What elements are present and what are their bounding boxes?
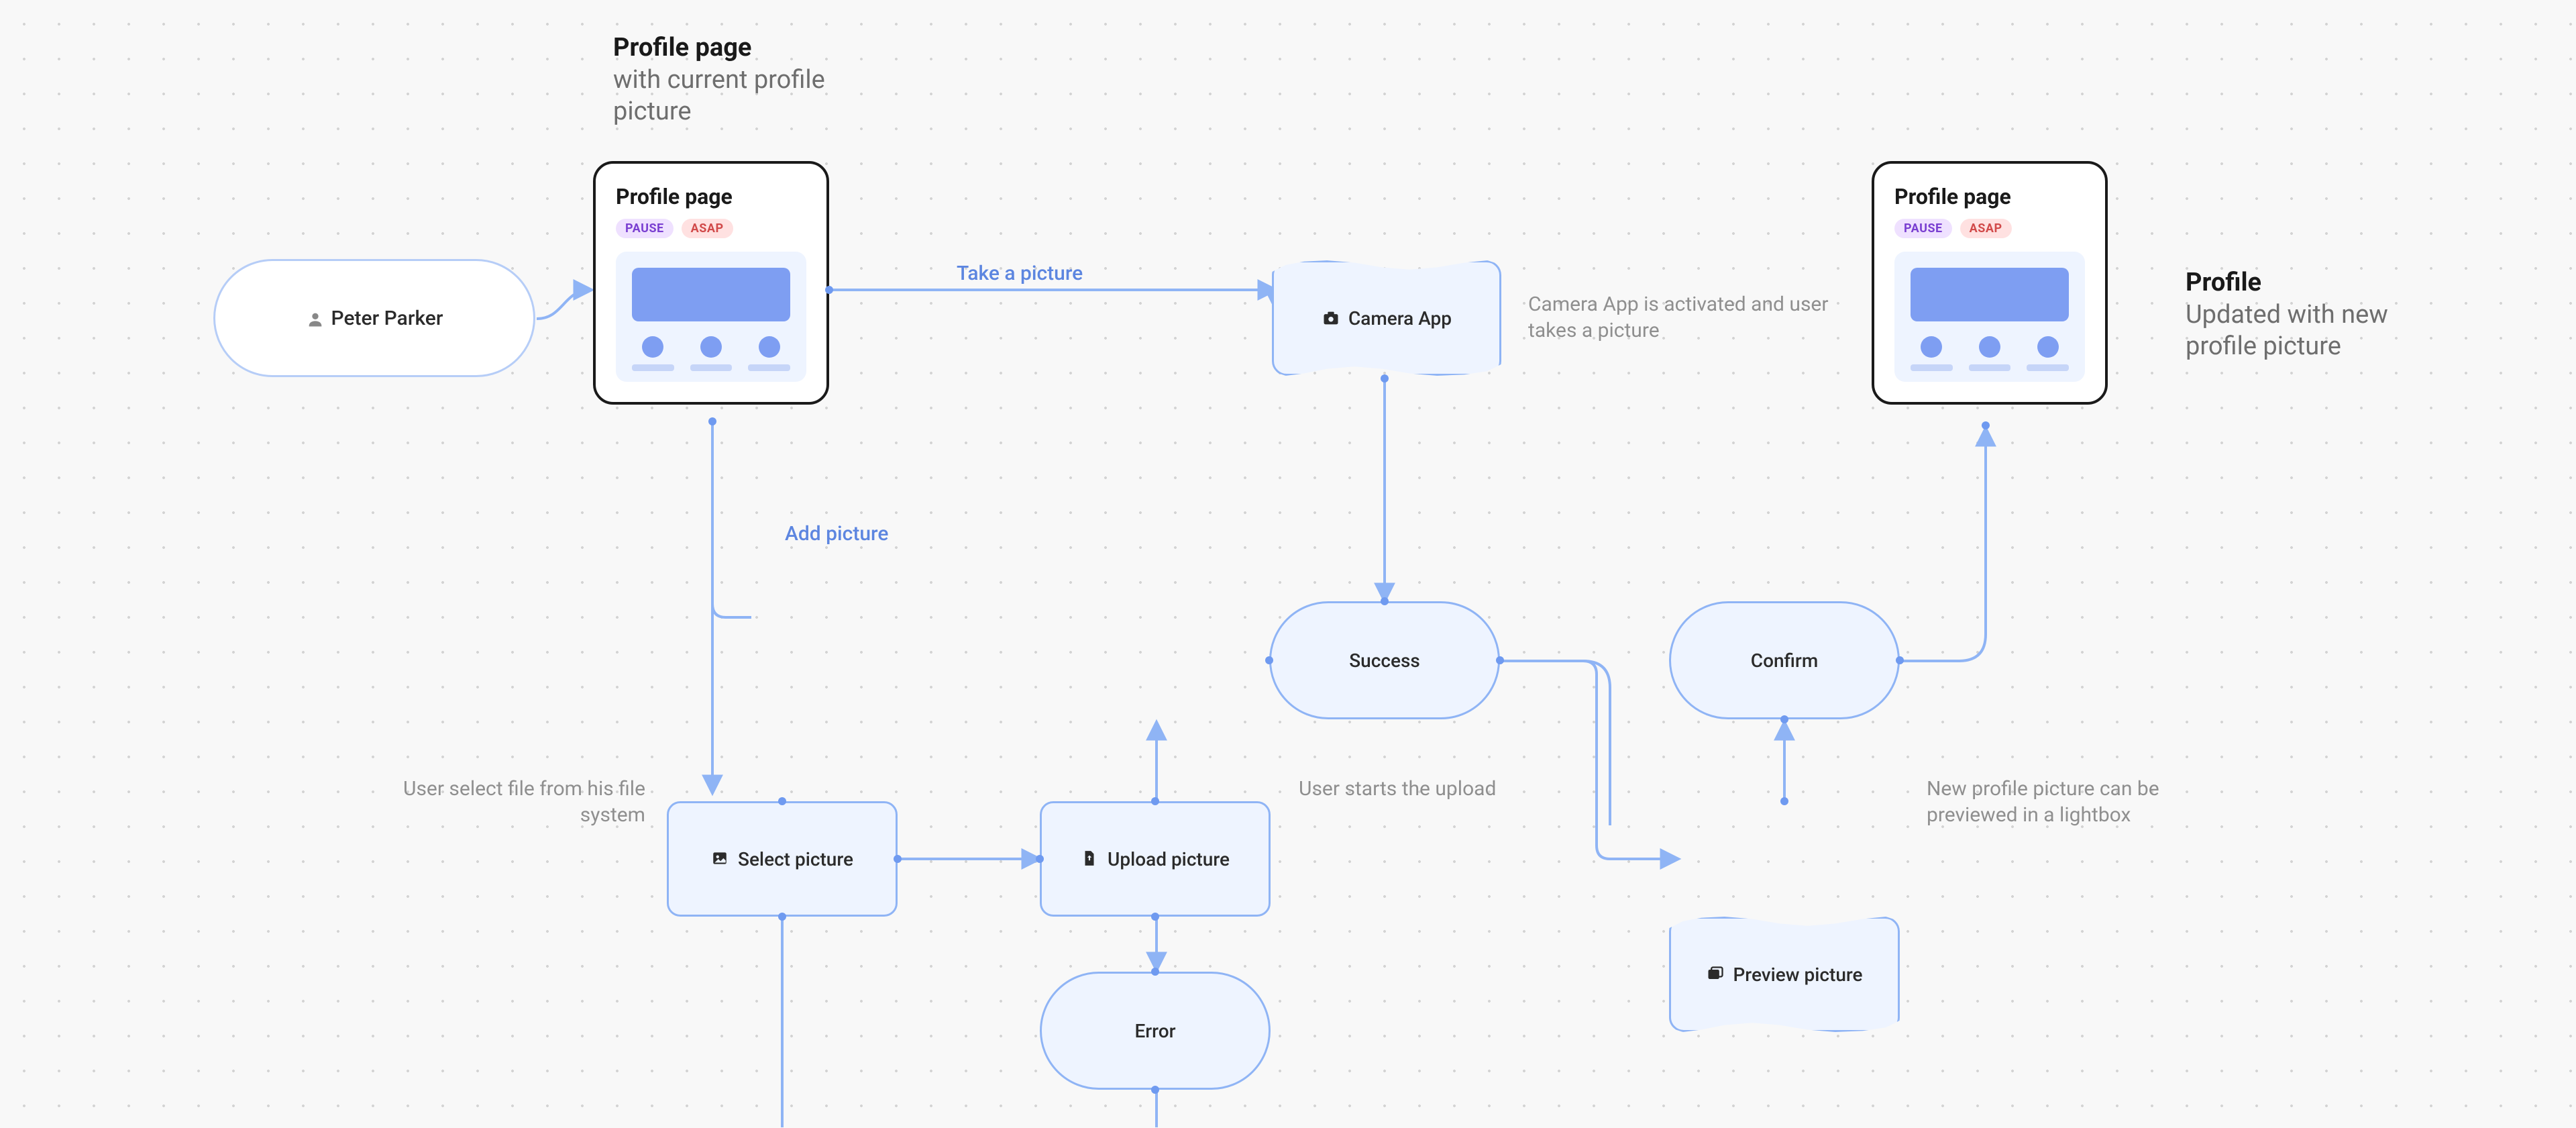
node-confirm[interactable]: Confirm xyxy=(1669,601,1900,719)
node-upload-picture[interactable]: Upload picture xyxy=(1040,801,1271,917)
image-select-icon xyxy=(711,850,730,868)
edge-label-add-picture: Add picture xyxy=(785,522,888,546)
title-profile-page-sub: with current profile picture xyxy=(613,64,881,128)
badge-pause: PAUSE xyxy=(616,219,674,238)
port xyxy=(1982,421,1990,429)
node-start-user[interactable]: Peter Parker xyxy=(213,259,535,377)
port xyxy=(778,797,786,805)
port xyxy=(1780,797,1788,805)
node-error-label: Error xyxy=(1134,1020,1175,1042)
card-profile-page-updated[interactable]: Profile page PAUSE ASAP xyxy=(1872,161,2108,405)
badge-asap: ASAP xyxy=(682,219,733,238)
card-profile-page-current[interactable]: Profile page PAUSE ASAP xyxy=(593,161,829,405)
node-select-picture[interactable]: Select picture xyxy=(667,801,898,917)
title-profile-page-strong: Profile page xyxy=(613,32,881,64)
port xyxy=(1896,656,1904,664)
wireframe-hero xyxy=(632,268,790,321)
port xyxy=(1036,855,1044,863)
node-camera-app-label: Camera App xyxy=(1348,307,1452,329)
edge-label-take-picture: Take a picture xyxy=(957,262,1083,285)
annotation-user-select-file: User select file from his file system xyxy=(390,776,645,828)
node-select-picture-label: Select picture xyxy=(738,848,853,870)
camera-icon xyxy=(1322,309,1340,327)
annotation-preview-lightbox: New profile picture can be previewed in … xyxy=(1927,776,2215,828)
node-upload-picture-label: Upload picture xyxy=(1108,848,1230,870)
card-badges: PAUSE ASAP xyxy=(616,219,806,238)
connections-layer xyxy=(0,0,2576,1128)
node-success-label: Success xyxy=(1349,650,1420,672)
badge-pause-2: PAUSE xyxy=(1894,219,1952,238)
port xyxy=(1265,656,1273,664)
port xyxy=(825,286,833,294)
user-silhouette-icon xyxy=(306,309,325,327)
port xyxy=(1151,797,1159,805)
port xyxy=(1381,374,1389,382)
port xyxy=(894,855,902,863)
port xyxy=(1151,1086,1159,1094)
preview-images-icon xyxy=(1706,965,1725,984)
port xyxy=(1151,913,1159,921)
node-preview-picture[interactable]: Preview picture xyxy=(1669,917,1900,1032)
card-wireframe xyxy=(616,252,806,382)
upload-file-icon xyxy=(1081,850,1099,868)
annotation-user-starts-upload: User starts the upload xyxy=(1299,776,1540,802)
port xyxy=(1780,715,1788,723)
card-badges-2: PAUSE ASAP xyxy=(1894,219,2085,238)
node-success[interactable]: Success xyxy=(1269,601,1500,719)
title-profile-page: Profile page with current profile pictur… xyxy=(613,32,881,128)
node-error[interactable]: Error xyxy=(1040,972,1271,1090)
port xyxy=(1151,968,1159,976)
title-profile-updated-sub: Updated with new profile picture xyxy=(2186,299,2454,363)
badge-asap-2: ASAP xyxy=(1960,219,2012,238)
card-title: Profile page xyxy=(616,184,806,209)
card-title-2: Profile page xyxy=(1894,184,2085,209)
node-camera-app[interactable]: Camera App xyxy=(1272,260,1501,376)
wireframe-hero-2 xyxy=(1911,268,2069,321)
port xyxy=(778,913,786,921)
port xyxy=(1496,656,1504,664)
node-preview-picture-label: Preview picture xyxy=(1733,964,1862,986)
card-wireframe-2 xyxy=(1894,252,2085,382)
title-profile-updated: Profile Updated with new profile picture xyxy=(2186,267,2454,363)
annotation-camera-activated: Camera App is activated and user takes a… xyxy=(1528,291,1850,344)
port xyxy=(1381,597,1389,605)
node-confirm-label: Confirm xyxy=(1751,650,1818,672)
node-start-label: Peter Parker xyxy=(331,307,443,330)
port xyxy=(708,417,716,425)
title-profile-updated-strong: Profile xyxy=(2186,267,2454,299)
